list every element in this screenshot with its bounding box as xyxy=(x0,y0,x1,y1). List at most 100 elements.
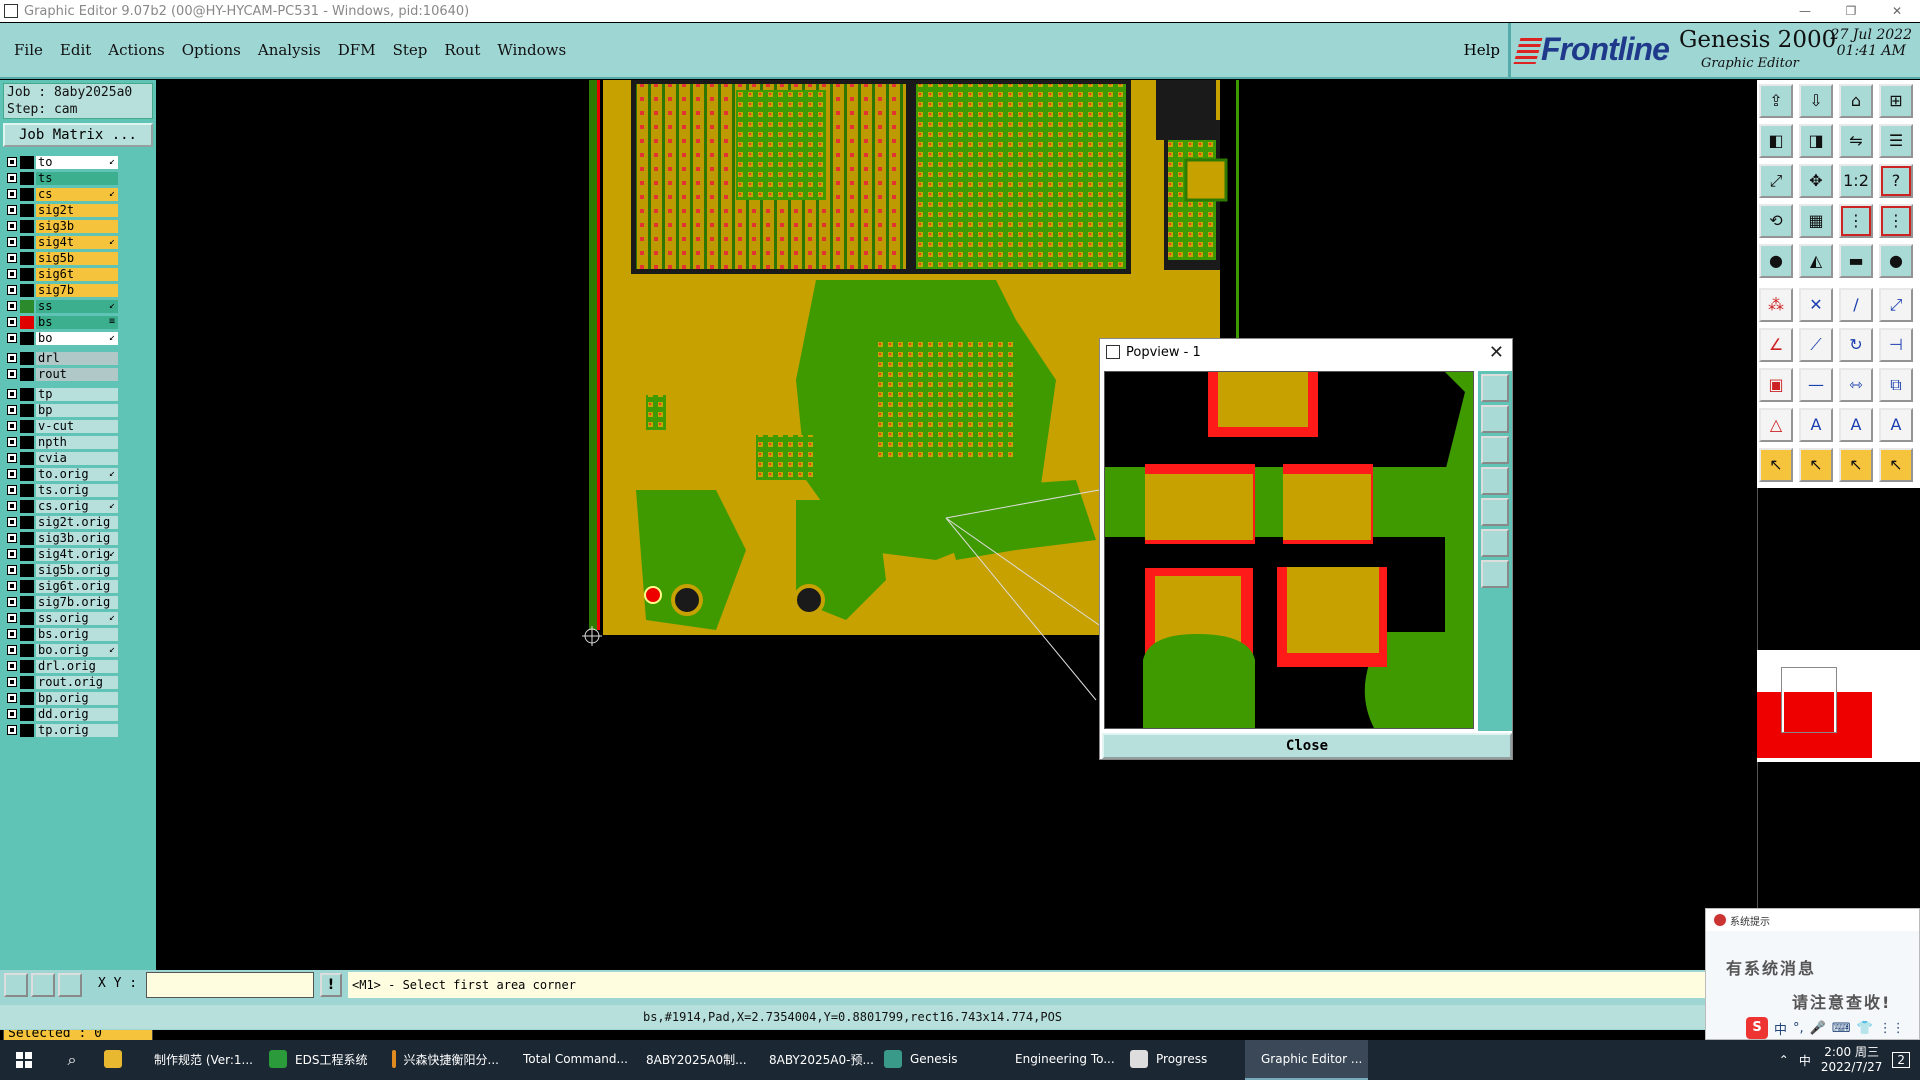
menu-actions[interactable]: Actions xyxy=(108,41,164,59)
layer-checkbox[interactable] xyxy=(7,725,17,735)
layer-color-swatch[interactable] xyxy=(20,155,34,169)
layer-row[interactable]: sig2t.orig xyxy=(7,515,118,529)
job-matrix-button[interactable]: Job Matrix ... xyxy=(3,123,153,147)
layer-row[interactable]: to ↙ xyxy=(7,155,118,169)
file-explorer-button[interactable] xyxy=(96,1040,138,1080)
layer-row[interactable]: drl.orig xyxy=(7,659,118,673)
layer-name[interactable]: dd.orig xyxy=(36,707,118,721)
layer-color-swatch[interactable] xyxy=(20,235,34,249)
layer-row[interactable]: ss ↙ xyxy=(7,299,118,313)
layer-row[interactable]: sig4t ↙ xyxy=(7,235,118,249)
layer-checkbox[interactable] xyxy=(7,469,17,479)
layer-checkbox[interactable] xyxy=(7,301,17,311)
minimize-button[interactable]: — xyxy=(1782,0,1828,22)
layer-name[interactable]: bo.orig ↙ xyxy=(36,643,118,657)
measure-icon[interactable] xyxy=(31,973,55,997)
layer-checkbox[interactable] xyxy=(7,173,17,183)
layer-color-swatch[interactable] xyxy=(20,403,34,417)
ruler-icon[interactable]: ▬ xyxy=(1839,244,1873,278)
menu-windows[interactable]: Windows xyxy=(497,41,566,59)
menu-edit[interactable]: Edit xyxy=(60,41,91,59)
menu-options[interactable]: Options xyxy=(182,41,241,59)
measure-blue-icon[interactable]: ⋮ xyxy=(1879,204,1913,238)
layer-checkbox[interactable] xyxy=(7,661,17,671)
layer-name[interactable]: drl xyxy=(36,351,118,365)
layer-color-swatch[interactable] xyxy=(20,675,34,689)
popview-canvas[interactable] xyxy=(1104,371,1474,729)
popview-close-icon[interactable]: ✕ xyxy=(1489,342,1504,363)
layer-name[interactable]: ss.orig ↙ xyxy=(36,611,118,625)
pointer-4-icon[interactable]: ↖ xyxy=(1879,448,1913,482)
layer-row[interactable]: bo ↙ xyxy=(7,331,118,345)
tray-ime[interactable]: 中 xyxy=(1799,1052,1811,1069)
layer-name[interactable]: drl.orig xyxy=(36,659,118,673)
layer-checkbox[interactable] xyxy=(7,629,17,639)
layer-checkbox[interactable] xyxy=(7,269,17,279)
layer-row[interactable]: sig3b xyxy=(7,219,118,233)
layer-name[interactable]: bo ↙ xyxy=(36,331,118,345)
layer-name[interactable]: tp.orig xyxy=(36,723,118,737)
menu-dfm[interactable]: DFM xyxy=(338,41,376,59)
layer-color-swatch[interactable] xyxy=(20,531,34,545)
grid-icon[interactable] xyxy=(58,973,82,997)
angle-line-icon[interactable]: ∠ xyxy=(1759,328,1793,362)
snap-icon[interactable]: ⟲ xyxy=(1759,204,1793,238)
layer-color-swatch[interactable] xyxy=(20,499,34,513)
layer-name[interactable]: v-cut xyxy=(36,419,118,433)
clock[interactable]: 2:00 周三 2022/7/27 xyxy=(1821,1045,1883,1075)
pan-right-icon[interactable]: ◨ xyxy=(1799,124,1833,158)
zoom-in-icon[interactable]: ⇩ xyxy=(1799,84,1833,118)
help-icon[interactable]: ? xyxy=(1879,164,1913,198)
layer-color-swatch[interactable] xyxy=(20,707,34,721)
layer-checkbox[interactable] xyxy=(7,709,17,719)
layer-name[interactable]: sig4t ↙ xyxy=(36,235,118,249)
layer-color-swatch[interactable] xyxy=(20,579,34,593)
layer-name[interactable]: npth xyxy=(36,435,118,449)
layer-row[interactable]: npth xyxy=(7,435,118,449)
restore-button[interactable]: ❐ xyxy=(1828,0,1874,22)
layer-color-swatch[interactable] xyxy=(20,171,34,185)
layer-color-swatch[interactable] xyxy=(20,203,34,217)
layer-color-swatch[interactable] xyxy=(20,187,34,201)
layer-row[interactable]: sig5b.orig xyxy=(7,563,118,577)
center-icon[interactable]: ✥ xyxy=(1799,164,1833,198)
layer-name[interactable]: rout.orig xyxy=(36,675,118,689)
layer-checkbox[interactable] xyxy=(7,421,17,431)
layer-row[interactable]: to.orig ↙ xyxy=(7,467,118,481)
layer-row[interactable]: sig5b xyxy=(7,251,118,265)
start-button[interactable] xyxy=(0,1040,48,1080)
exclaim-button[interactable]: ! xyxy=(320,973,342,997)
taskbar-app-button[interactable]: 兴森快捷衡阳分... xyxy=(384,1040,507,1080)
select-pad-icon[interactable]: ● xyxy=(1759,244,1793,278)
layer-name[interactable]: to ↙ xyxy=(36,155,118,169)
layer-checkbox[interactable] xyxy=(7,221,17,231)
layer-row[interactable]: bp.orig xyxy=(7,691,118,705)
layer-color-swatch[interactable] xyxy=(20,387,34,401)
layer-name[interactable]: bs ≡ xyxy=(36,315,118,329)
layer-checkbox[interactable] xyxy=(7,565,17,575)
layer-name[interactable]: tp xyxy=(36,387,118,401)
layer-name[interactable]: sig4t.orig ↙ xyxy=(36,547,118,561)
layer-color-swatch[interactable] xyxy=(20,643,34,657)
layer-row[interactable]: bp xyxy=(7,403,118,417)
pointer-3-icon[interactable]: ↖ xyxy=(1839,448,1873,482)
punct-icon[interactable]: °, xyxy=(1793,1021,1804,1036)
layer-color-swatch[interactable] xyxy=(20,563,34,577)
split-view-icon[interactable]: ⊞ xyxy=(1879,84,1913,118)
layer-color-swatch[interactable] xyxy=(20,219,34,233)
grid-icon[interactable]: ▦ xyxy=(1799,204,1833,238)
menu-rout[interactable]: Rout xyxy=(444,41,480,59)
layer-name[interactable]: cs.orig ↙ xyxy=(36,499,118,513)
layer-row[interactable]: sig3b.orig xyxy=(7,531,118,545)
pop-tool-4-icon[interactable] xyxy=(1481,467,1509,495)
taskbar-app-button[interactable]: Genesis xyxy=(876,1040,999,1080)
layer-checkbox[interactable] xyxy=(7,317,17,327)
layer-checkbox[interactable] xyxy=(7,353,17,363)
layer-checkbox[interactable] xyxy=(7,581,17,591)
layer-color-swatch[interactable] xyxy=(20,267,34,281)
layer-color-swatch[interactable] xyxy=(20,723,34,737)
pop-tool-2-icon[interactable] xyxy=(1481,405,1509,433)
selected-pad-marker[interactable] xyxy=(644,586,662,604)
layer-color-swatch[interactable] xyxy=(20,595,34,609)
layer-checkbox[interactable] xyxy=(7,453,17,463)
